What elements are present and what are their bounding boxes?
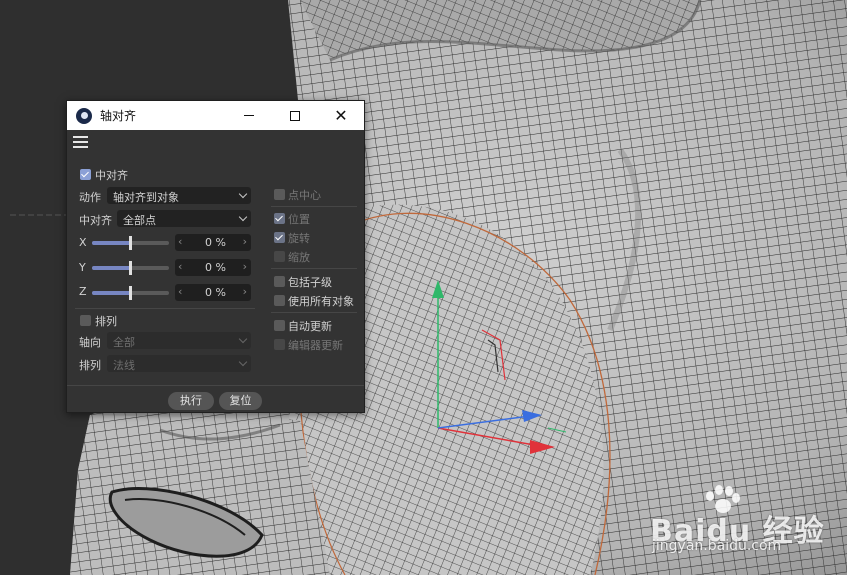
auto-update-label: 自动更新 — [288, 320, 332, 333]
axis-x-label: X — [79, 236, 87, 249]
decrement-icon[interactable]: ‹ — [178, 285, 182, 298]
axis-x-value: 0 % — [205, 236, 226, 249]
reset-button[interactable]: 复位 — [219, 392, 262, 410]
increment-icon[interactable]: › — [243, 285, 247, 298]
use-all-objects-label: 使用所有对象 — [288, 295, 354, 308]
rotation-checkbox[interactable] — [274, 232, 285, 243]
scale-label: 缩放 — [288, 251, 310, 264]
sort-value: 法线 — [113, 359, 135, 372]
close-button[interactable]: ✕ — [318, 101, 364, 130]
center-align-mode-label: 中对齐 — [79, 214, 112, 227]
position-checkbox[interactable] — [274, 213, 285, 224]
point-center-label: 点中心 — [288, 189, 321, 202]
divider — [271, 312, 357, 313]
cinema4d-logo-icon — [76, 107, 92, 124]
direction-label: 轴向 — [79, 336, 101, 349]
action-label: 动作 — [79, 191, 101, 204]
sort-label: 排列 — [79, 359, 101, 372]
arrange-checkbox[interactable] — [80, 315, 91, 326]
divider — [67, 385, 364, 386]
dialog-title: 轴对齐 — [100, 109, 137, 123]
axis-z-slider[interactable] — [92, 286, 169, 300]
auto-update-checkbox[interactable] — [274, 320, 285, 331]
maximize-icon — [290, 110, 300, 121]
position-label: 位置 — [288, 213, 310, 226]
axis-y-value: 0 % — [205, 261, 226, 274]
axis-x-field[interactable]: ‹ 0 % › — [175, 234, 251, 251]
action-dropdown[interactable]: 轴对齐到对象 — [107, 187, 251, 204]
chevron-down-icon — [238, 357, 248, 367]
close-icon: ✕ — [334, 106, 348, 125]
center-align-checkbox[interactable] — [80, 169, 91, 180]
point-center-checkbox[interactable] — [274, 189, 285, 200]
watermark-url: jingyan.baidu.com — [652, 538, 782, 554]
editor-update-label: 编辑器更新 — [288, 339, 343, 352]
editor-update-checkbox[interactable] — [274, 339, 285, 350]
decrement-icon[interactable]: ‹ — [178, 235, 182, 248]
maximize-button[interactable] — [272, 101, 318, 130]
center-align-label: 中对齐 — [95, 169, 128, 182]
chevron-down-icon — [238, 212, 248, 222]
title-bar[interactable]: 轴对齐 ✕ — [67, 101, 364, 130]
minimize-icon — [244, 115, 254, 116]
axis-z-value: 0 % — [205, 286, 226, 299]
rotation-label: 旋转 — [288, 232, 310, 245]
divider — [75, 308, 255, 309]
execute-button[interactable]: 执行 — [168, 392, 214, 410]
include-children-checkbox[interactable] — [274, 276, 285, 287]
decrement-icon[interactable]: ‹ — [178, 260, 182, 273]
direction-value: 全部 — [113, 336, 135, 349]
action-value: 轴对齐到对象 — [113, 191, 179, 204]
axis-z-field[interactable]: ‹ 0 % › — [175, 284, 251, 301]
center-align-mode-value: 全部点 — [123, 214, 156, 227]
axis-z-label: Z — [79, 285, 87, 298]
use-all-objects-checkbox[interactable] — [274, 295, 285, 306]
increment-icon[interactable]: › — [243, 260, 247, 273]
axis-x-slider[interactable] — [92, 236, 169, 250]
center-align-mode-dropdown[interactable]: 全部点 — [117, 210, 251, 227]
divider — [271, 268, 357, 269]
watermark: Baidu 经验 jingyan.baidu.com — [640, 482, 840, 562]
direction-dropdown[interactable]: 全部 — [107, 332, 251, 349]
hamburger-menu-icon[interactable] — [73, 136, 88, 148]
minimize-button[interactable] — [226, 101, 272, 130]
axis-y-label: Y — [79, 261, 86, 274]
chevron-down-icon — [238, 334, 248, 344]
axis-y-slider[interactable] — [92, 261, 169, 275]
include-children-label: 包括子级 — [288, 276, 332, 289]
sort-dropdown[interactable]: 法线 — [107, 355, 251, 372]
arrange-label: 排列 — [95, 315, 117, 328]
chevron-down-icon — [238, 189, 248, 199]
axis-y-field[interactable]: ‹ 0 % › — [175, 259, 251, 276]
divider — [271, 206, 357, 207]
increment-icon[interactable]: › — [243, 235, 247, 248]
axis-align-dialog: 轴对齐 ✕ 中对齐 动作 轴对齐到对象 中对齐 全部点 X ‹ 0 % › Y — [66, 100, 365, 413]
scale-checkbox[interactable] — [274, 251, 285, 262]
